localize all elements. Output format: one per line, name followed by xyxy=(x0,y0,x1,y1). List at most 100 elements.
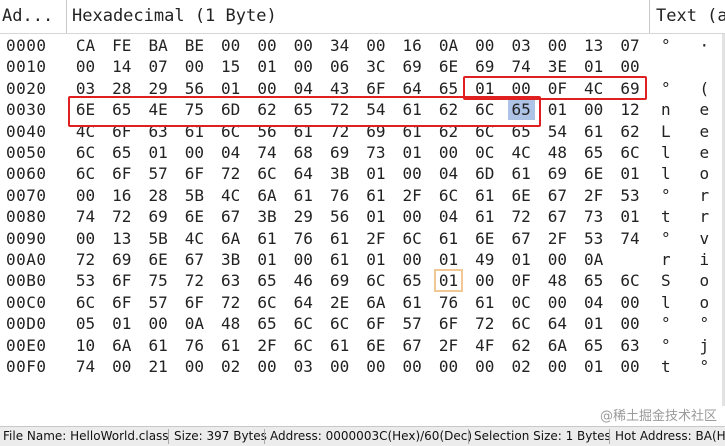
hex-byte-cell[interactable]: BA xyxy=(145,35,172,56)
hex-byte-cell[interactable]: 13 xyxy=(108,228,135,249)
hex-byte-cell[interactable]: 01 xyxy=(254,56,281,77)
hex-byte-cell[interactable]: 74 xyxy=(617,228,644,249)
hex-byte-cell[interactable]: 65 xyxy=(580,142,607,163)
hex-byte-cell[interactable]: 00 xyxy=(145,313,172,334)
selected-hex-byte[interactable]: 65 xyxy=(507,99,535,121)
hex-byte-cell[interactable]: 00 xyxy=(290,56,317,77)
hex-byte-cell[interactable]: 07 xyxy=(617,35,644,56)
hex-byte-cell[interactable]: 0A xyxy=(580,249,607,270)
hex-byte-cell[interactable]: 02 xyxy=(508,356,535,377)
hex-byte-cell[interactable]: 6A xyxy=(217,228,244,249)
hex-byte-cell[interactable]: 62 xyxy=(254,99,281,120)
row-text-preview[interactable]: L e xyxy=(661,121,721,142)
hex-byte-cell[interactable]: 00 xyxy=(181,356,208,377)
hex-byte-cell[interactable]: 6C xyxy=(290,313,317,334)
hex-byte-cell[interactable]: 6C xyxy=(254,163,281,184)
row-text-preview[interactable]: ° j xyxy=(661,335,721,356)
hex-byte-cell[interactable]: 12 xyxy=(617,99,644,120)
hex-byte-cell[interactable]: 65 xyxy=(290,99,317,120)
hex-byte-cell[interactable]: 28 xyxy=(108,78,135,99)
hex-byte-cell[interactable]: 6F xyxy=(108,163,135,184)
hex-byte-cell[interactable]: 16 xyxy=(108,185,135,206)
hex-byte-cell[interactable]: 61 xyxy=(435,228,462,249)
hex-byte-cell[interactable]: 01 xyxy=(617,163,644,184)
hex-byte-cell[interactable]: 63 xyxy=(145,121,172,142)
hex-byte-cell[interactable]: 01 xyxy=(362,163,389,184)
hex-byte-cell[interactable]: 49 xyxy=(471,249,498,270)
hex-byte-cell[interactable]: 6E xyxy=(72,99,99,120)
hex-byte-cell[interactable]: 69 xyxy=(362,121,389,142)
hex-byte-cell[interactable]: 72 xyxy=(471,313,498,334)
hex-byte-cell[interactable]: 6F xyxy=(108,270,135,291)
hex-byte-cell[interactable]: 00 xyxy=(617,292,644,313)
hex-byte-cell[interactable]: 6C xyxy=(508,313,535,334)
hex-byte-cell[interactable]: 6F xyxy=(435,313,462,334)
hex-byte-cell[interactable]: 0C xyxy=(508,292,535,313)
hex-byte-cell[interactable]: 05 xyxy=(72,313,99,334)
hex-byte-cell[interactable]: 61 xyxy=(508,163,535,184)
hex-byte-cell[interactable]: 03 xyxy=(72,78,99,99)
hex-byte-cell[interactable]: 6A xyxy=(544,335,571,356)
hex-byte-cell[interactable]: 72 xyxy=(108,206,135,227)
hex-byte-cell[interactable]: 4C xyxy=(181,228,208,249)
hex-byte-cell[interactable]: 3B xyxy=(254,206,281,227)
hex-byte-cell[interactable]: 6C xyxy=(254,292,281,313)
hex-byte-cell[interactable]: 3B xyxy=(217,249,244,270)
hex-byte-cell[interactable]: 0C xyxy=(471,142,498,163)
row-text-preview[interactable]: t ° xyxy=(661,356,721,377)
hex-byte-cell[interactable]: 76 xyxy=(290,228,317,249)
hex-byte-cell[interactable]: 6E xyxy=(471,228,498,249)
hex-byte-cell[interactable]: 2F xyxy=(399,185,426,206)
hex-byte-cell[interactable]: 64 xyxy=(399,78,426,99)
hex-byte-cell[interactable]: 62 xyxy=(617,121,644,142)
hex-byte-cell[interactable]: 65 xyxy=(108,99,135,120)
hex-byte-cell[interactable]: 00 xyxy=(435,356,462,377)
hex-byte-cell[interactable]: 00 xyxy=(617,56,644,77)
hex-byte-cell[interactable]: 4E xyxy=(145,99,172,120)
hex-byte-cell[interactable]: 61 xyxy=(471,292,498,313)
hex-byte-cell[interactable]: 57 xyxy=(399,313,426,334)
hex-byte-cell[interactable]: 6C xyxy=(399,228,426,249)
hex-byte-cell[interactable]: 02 xyxy=(217,356,244,377)
hex-byte-cell[interactable]: 76 xyxy=(181,335,208,356)
hex-byte-cell[interactable]: 62 xyxy=(435,99,462,120)
hex-byte-cell[interactable]: 74 xyxy=(254,142,281,163)
text-column-header[interactable]: Text (a xyxy=(656,0,725,33)
hex-byte-cell[interactable]: 65 xyxy=(580,335,607,356)
hex-byte-cell[interactable]: 00 xyxy=(399,206,426,227)
hex-byte-cell[interactable]: 63 xyxy=(217,270,244,291)
hex-byte-cell[interactable]: 13 xyxy=(580,35,607,56)
hex-byte-cell[interactable]: 16 xyxy=(399,35,426,56)
hex-byte-cell[interactable]: 04 xyxy=(290,78,317,99)
hex-byte-cell[interactable]: 56 xyxy=(254,121,281,142)
hex-byte-cell[interactable]: 74 xyxy=(72,356,99,377)
hex-byte-cell[interactable]: 00 xyxy=(544,292,571,313)
hex-byte-cell[interactable]: 61 xyxy=(326,335,353,356)
hex-byte-cell[interactable]: 00 xyxy=(544,356,571,377)
hex-byte-cell[interactable]: 04 xyxy=(217,142,244,163)
hex-byte-cell[interactable]: 6D xyxy=(217,99,244,120)
hex-byte-cell[interactable]: 01 xyxy=(580,313,607,334)
hex-byte-cell[interactable]: 4F xyxy=(471,335,498,356)
hex-byte-cell[interactable]: 72 xyxy=(326,99,353,120)
hex-byte-cell[interactable]: 72 xyxy=(72,249,99,270)
hex-byte-cell[interactable]: 10 xyxy=(72,335,99,356)
hex-byte-cell[interactable]: 56 xyxy=(326,206,353,227)
hex-viewer[interactable]: Ad... Hexadecimal (1 Byte) Text (a 0000 C… xyxy=(0,0,725,406)
hex-byte-cell[interactable]: 6E xyxy=(362,335,389,356)
hot-hex-byte[interactable]: 01 xyxy=(434,269,463,293)
hex-byte-cell[interactable]: 61 xyxy=(326,249,353,270)
row-text-preview[interactable]: l e xyxy=(661,142,721,163)
hex-byte-cell[interactable]: 72 xyxy=(508,206,535,227)
hex-byte-cell[interactable]: 14 xyxy=(108,56,135,77)
hex-byte-cell[interactable]: 68 xyxy=(290,142,317,163)
hex-byte-cell[interactable]: 4C xyxy=(580,78,607,99)
hex-byte-cell[interactable]: 01 xyxy=(580,56,607,77)
hex-byte-cell[interactable]: 21 xyxy=(145,356,172,377)
hex-byte-cell[interactable]: 69 xyxy=(108,249,135,270)
hex-byte-cell[interactable]: 69 xyxy=(145,206,172,227)
hex-byte-cell[interactable]: 61 xyxy=(326,228,353,249)
hex-byte-cell[interactable]: 3C xyxy=(362,56,389,77)
hex-byte-cell[interactable]: 6C xyxy=(290,335,317,356)
hex-byte-cell[interactable]: 6E xyxy=(181,206,208,227)
